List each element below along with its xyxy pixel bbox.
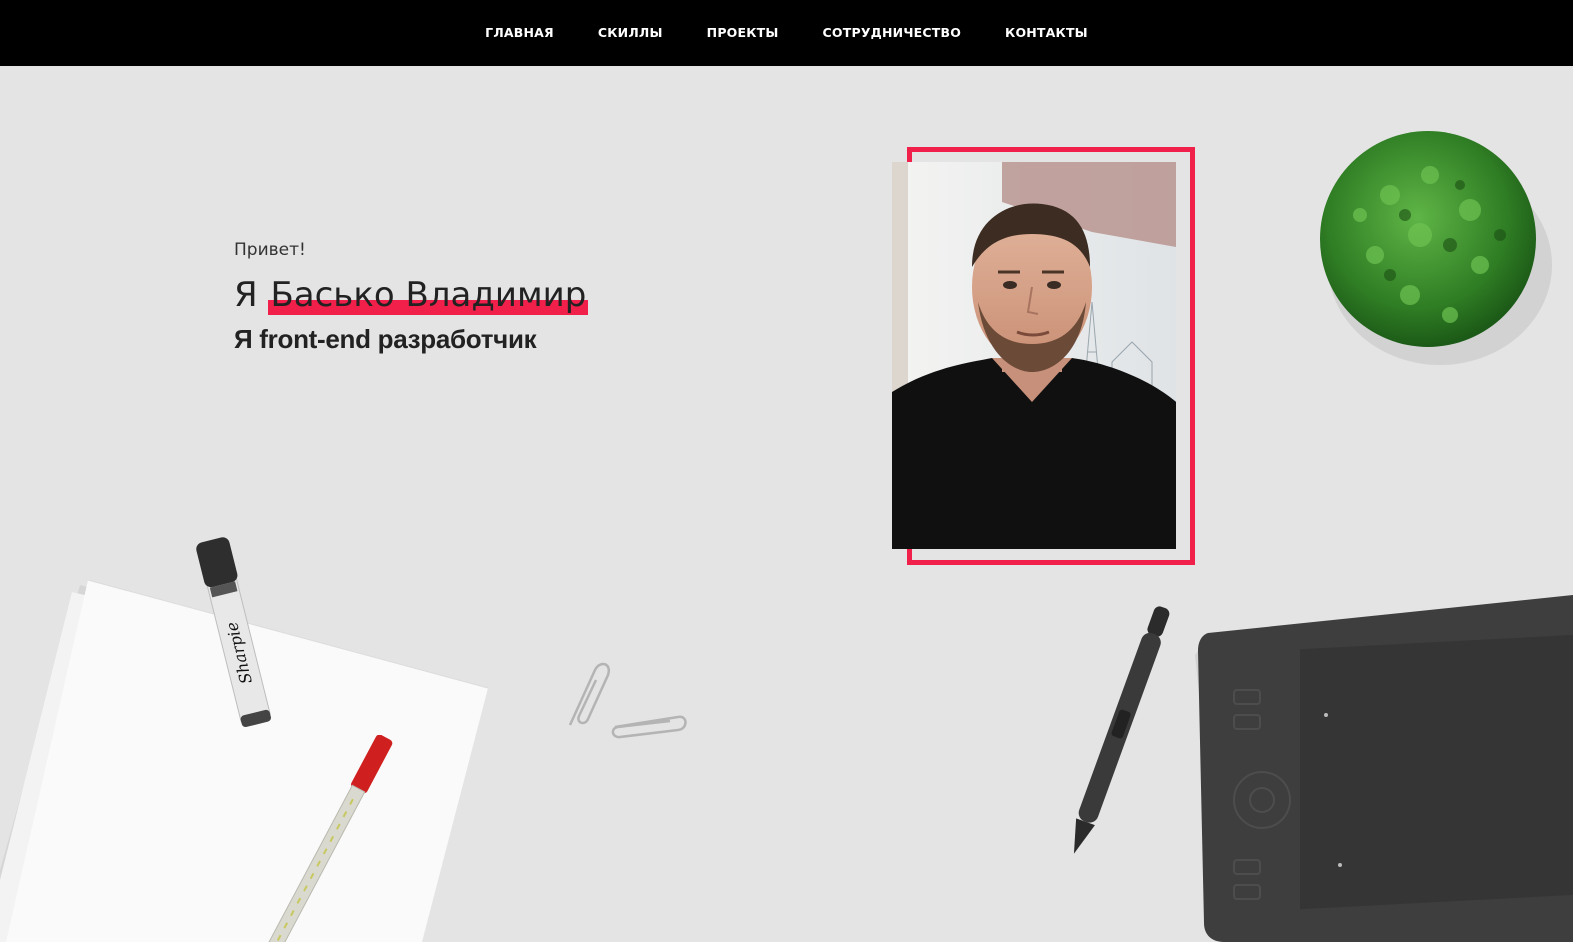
profile-photo-illustration <box>892 162 1176 549</box>
top-navbar: ГЛАВНАЯ СКИЛЛЫ ПРОЕКТЫ СОТРУДНИЧЕСТВО КО… <box>0 0 1573 66</box>
main-nav: ГЛАВНАЯ СКИЛЛЫ ПРОЕКТЫ СОТРУДНИЧЕСТВО КО… <box>463 0 1110 66</box>
stylus-pen-decoration <box>1073 606 1170 854</box>
hero-role: Я front-end разработчик <box>234 324 537 354</box>
hero-section: Привет! Я Басько Владимир Я front-end ра… <box>234 240 754 355</box>
nav-item-home[interactable]: ГЛАВНАЯ <box>463 0 576 66</box>
paper-clips-decoration <box>568 662 687 739</box>
plant-decoration <box>1320 131 1552 365</box>
nav-item-contacts[interactable]: КОНТАКТЫ <box>983 0 1110 66</box>
hero-greeting: Привет! <box>234 240 306 260</box>
sharpie-marker-decoration: Sharpie <box>196 537 271 728</box>
hero-title-prefix: Я <box>234 275 258 315</box>
nav-item-cooperation[interactable]: СОТРУДНИЧЕСТВО <box>801 0 983 66</box>
hero-title: Я Басько Владимир <box>234 274 754 316</box>
profile-photo <box>892 162 1176 549</box>
red-pen-decoration <box>267 735 393 942</box>
nav-item-projects[interactable]: ПРОЕКТЫ <box>685 0 801 66</box>
page: ГЛАВНАЯ СКИЛЛЫ ПРОЕКТЫ СОТРУДНИЧЕСТВО КО… <box>0 0 1573 942</box>
nav-item-skills[interactable]: СКИЛЛЫ <box>576 0 685 66</box>
graphics-tablet-decoration <box>1195 595 1573 942</box>
hero-name-highlight: Басько Владимир <box>268 275 589 315</box>
